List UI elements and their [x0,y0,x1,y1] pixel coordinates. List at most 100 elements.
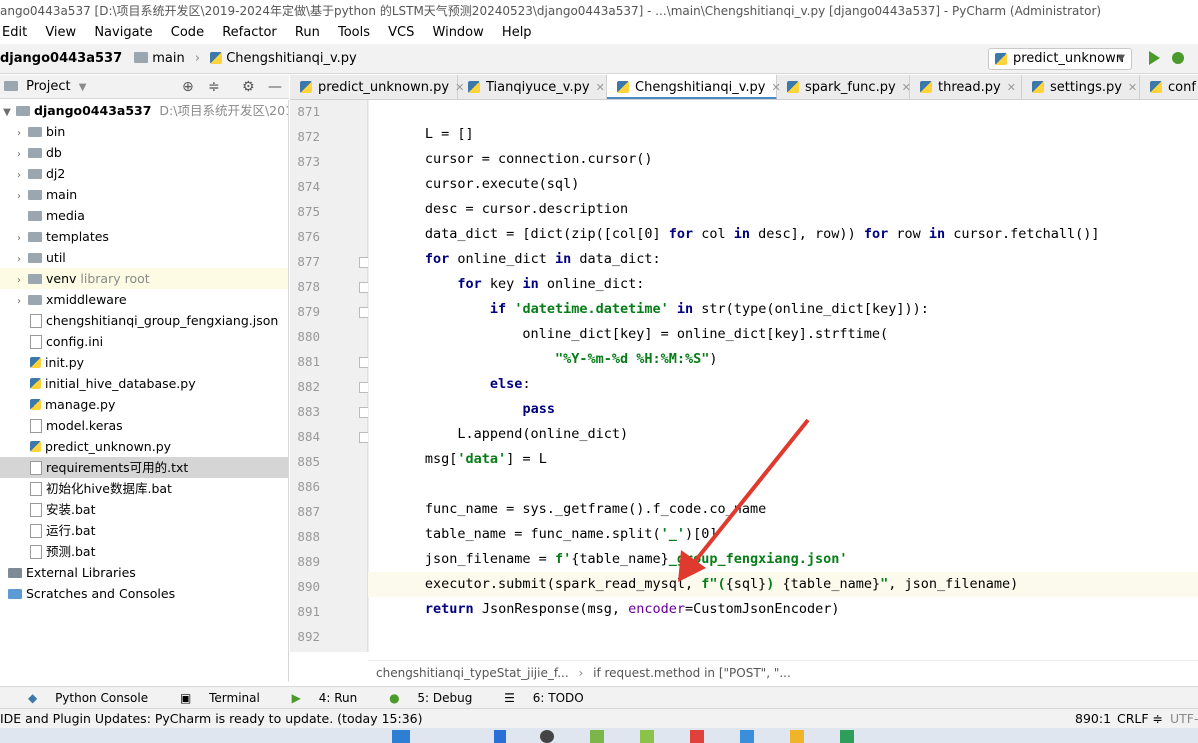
taskbar-app-icon[interactable] [740,730,754,743]
tab-tianqiyuce[interactable]: Tianqiyuce_v.py ✕ [458,75,607,99]
taskbar-app-icon[interactable] [590,730,604,743]
tree-item-xmiddleware[interactable]: › xmiddleware [0,289,288,312]
code-line: "%Y-%m-%d %H:%M:%S") [554,351,718,367]
tree-item-file[interactable]: config.ini [0,331,288,352]
tree-item-file[interactable]: initial_hive_database.py [0,373,288,394]
folder-icon [28,189,42,200]
breadcrumb-condition[interactable]: if request.method in ["POST", "... [593,666,791,680]
tab-settings[interactable]: settings.py ✕ [1022,75,1140,99]
tree-item-file[interactable]: chengshitianqi_group_fengxiang.json [0,310,288,331]
windows-icon[interactable] [392,730,410,743]
tree-item-dj2[interactable]: › dj2 [0,163,288,186]
menu-code[interactable]: Code [171,25,204,40]
tree-item-venv[interactable]: › venv library root [0,268,288,291]
tool-debug[interactable]: ● 5: Debug [375,691,472,705]
menu-edit[interactable]: Edit [2,25,27,40]
menu-help[interactable]: Help [502,25,532,40]
tool-terminal[interactable]: ▣ Terminal [166,691,260,705]
breadcrumb-function[interactable]: chengshitianqi_typeStat_jijie_f... [376,666,569,680]
tool-todo[interactable]: ☰ 6: TODO [490,691,584,705]
tree-item-media[interactable]: media [0,205,288,226]
tree-item-file[interactable]: model.keras [0,415,288,436]
tree-item-file[interactable]: 预测.bat [0,541,288,562]
file-encoding[interactable]: UTF- [1170,709,1198,729]
menu-vcs[interactable]: VCS [388,25,414,40]
chevron-right-icon[interactable]: › [12,144,26,165]
folder-icon [16,105,30,116]
scratches-icon [8,588,22,599]
collapse-icon[interactable]: ≑ [208,75,220,99]
tab-chengshitianqi[interactable]: Chengshitianqi_v.py ✕ [607,75,781,99]
tree-item-file[interactable]: 运行.bat [0,520,288,541]
chevron-down-icon[interactable]: ▼ [79,82,87,93]
project-panel-header: Project ▼ ⊕ ≑ ⚙ — [0,75,289,99]
tree-item-file[interactable]: 初始化hive数据库.bat [0,478,288,499]
tab-spark-func[interactable]: spark_func.py ✕ [777,75,911,99]
taskbar-app-icon[interactable] [540,730,554,743]
hide-icon[interactable]: — [268,75,282,99]
tab-thread[interactable]: thread.py ✕ [910,75,1022,99]
menu-tools[interactable]: Tools [338,25,370,40]
chevron-right-icon[interactable]: › [12,123,26,144]
tree-item-external-libraries[interactable]: External Libraries [0,562,288,583]
taskbar-app-icon[interactable] [690,730,704,743]
chevron-down-icon[interactable]: ▼ [0,102,14,123]
gear-icon[interactable]: ⚙ [242,75,255,99]
tree-item-templates[interactable]: › templates [0,226,288,249]
tree-item-scratches[interactable]: Scratches and Consoles [0,583,288,604]
line-separator[interactable]: CRLF ≑ [1117,709,1163,729]
tab-predict-unknown[interactable]: predict_unknown.py ✕ [290,75,464,99]
nav-folder[interactable]: main [152,44,184,74]
taskbar-app-icon[interactable] [640,730,654,743]
tool-python-console[interactable]: ◆ Python Console [14,691,148,705]
debug-small-icon: ● [389,691,400,705]
taskbar-app-icon[interactable] [790,730,804,743]
taskbar-app-icon[interactable] [494,730,506,743]
line-number: 871 [297,104,320,119]
editor-tabs: predict_unknown.py ✕ Tianqiyuce_v.py ✕ Che… [290,75,1198,100]
menu-view[interactable]: View [45,25,76,40]
chevron-right-icon[interactable]: › [12,249,26,270]
run-config-label: predict_unknown [1013,51,1124,66]
tree-item-file[interactable]: 安装.bat [0,499,288,520]
tree-item-db[interactable]: › db [0,142,288,165]
chevron-right-icon[interactable]: › [12,165,26,186]
editor-gutter: 871 872 873 874 875 876 877 878 879 880 … [290,100,370,652]
nav-file[interactable]: Chengshitianqi_v.py [226,44,356,74]
tree-item-util[interactable]: › util [0,247,288,270]
menu-window[interactable]: Window [433,25,484,40]
line-number: 876 [297,229,320,244]
project-panel-title[interactable]: Project [26,79,70,94]
tree-item-file-selected[interactable]: requirements可用的.txt [0,457,288,478]
tree-item-main[interactable]: › main [0,184,288,207]
chevron-right-icon[interactable]: › [12,186,26,207]
locate-icon[interactable]: ⊕ [182,75,194,99]
tab-conf[interactable]: conf [1140,75,1198,99]
close-icon[interactable]: ✕ [596,81,605,94]
tool-run[interactable]: ▶ 4: Run [278,691,358,705]
line-number: 888 [297,529,320,544]
taskbar-app-icon[interactable] [840,730,854,743]
menu-navigate[interactable]: Navigate [94,25,152,40]
debug-icon[interactable] [1172,52,1184,64]
tree-item-bin[interactable]: › bin [0,121,288,144]
line-number: 878 [297,279,320,294]
caret-position[interactable]: 890:1 [1075,709,1111,729]
nav-project[interactable]: django0443a537 [0,44,122,74]
tree-item-root[interactable]: ▼django0443a537 D:\项目系统开发区\2019-2024 [0,100,288,123]
code-editor[interactable]: L = [] cursor = connection.cursor() curs… [368,100,1198,652]
tree-item-file[interactable]: init.py [0,352,288,373]
run-config-selector[interactable]: predict_unknown ▼ [988,48,1132,70]
chevron-right-icon[interactable]: › [12,291,26,312]
close-icon[interactable]: ✕ [1007,81,1016,94]
status-message[interactable]: IDE and Plugin Updates: PyCharm is ready… [0,711,422,726]
menu-refactor[interactable]: Refactor [222,25,277,40]
tree-item-file[interactable]: predict_unknown.py [0,436,288,457]
run-icon[interactable] [1149,51,1160,65]
tree-item-file[interactable]: manage.py [0,394,288,415]
chevron-right-icon[interactable]: › [12,228,26,249]
chevron-right-icon[interactable]: › [12,270,26,291]
close-icon[interactable]: ✕ [1128,81,1137,94]
menu-run[interactable]: Run [295,25,320,40]
python-console-icon: ◆ [28,691,38,705]
